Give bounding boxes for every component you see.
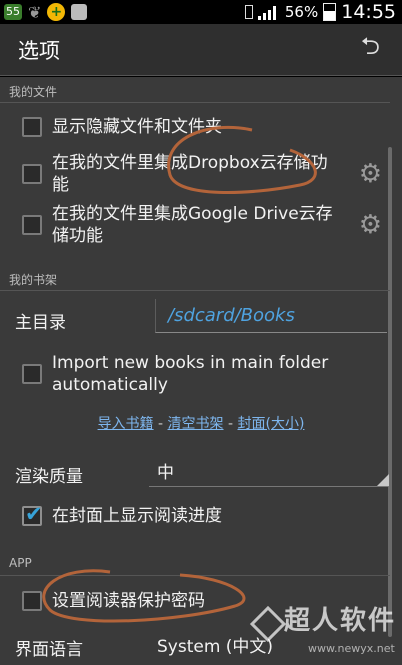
return-arrow-icon[interactable]: ⮌ <box>361 29 380 70</box>
show-hidden-files-checkbox[interactable] <box>22 117 42 137</box>
app-55-icon: 55 <box>4 4 22 20</box>
signal-icon <box>257 6 276 20</box>
leaf-icon: ❦ <box>28 2 42 22</box>
android-icon <box>71 4 88 20</box>
title-bar: 选项 ⮌ <box>0 24 402 76</box>
watermark-logo-icon <box>249 605 287 643</box>
link-separator: - <box>158 416 164 432</box>
watermark-title: 超人软件 <box>284 606 397 636</box>
settings-list[interactable]: 我的文件 显示隐藏文件和文件夹 在我的文件里集成Dropbox云存储功能 ⚙ 在… <box>0 77 402 665</box>
show-progress-label: 在封面上显示阅读进度 <box>52 506 222 526</box>
auto-import-checkbox[interactable] <box>22 364 42 384</box>
render-quality-select[interactable]: 中 <box>149 453 389 487</box>
watermark: 超人软件 www.newyx.net <box>248 598 402 665</box>
dropdown-arrow-icon <box>377 474 389 486</box>
show-progress-checkbox[interactable] <box>22 502 43 526</box>
section-header-my-files: 我的文件 <box>0 77 390 103</box>
section-header-app: APP <box>0 550 390 576</box>
dropbox-checkbox[interactable] <box>22 164 42 184</box>
home-directory-value: /sdcard/Books <box>168 305 295 326</box>
dropbox-gear-icon[interactable]: ⚙ <box>359 159 382 189</box>
status-bar: 55 ❦ + 56% 14:55 <box>0 0 402 24</box>
show-hidden-files-label: 显示隐藏文件和文件夹 <box>52 117 222 137</box>
import-books-link[interactable]: 导入书籍 <box>98 416 154 432</box>
page-title: 选项 <box>18 38 60 63</box>
shelf-links: 导入书籍 - 清空书架 - 封面(大小) <box>0 413 402 433</box>
auto-import-label: Import new books in main folder automati… <box>52 353 329 395</box>
dropbox-label: 在我的文件里集成Dropbox云存储功能 <box>52 153 328 195</box>
home-directory-field[interactable]: /sdcard/Books <box>155 299 387 333</box>
reader-password-checkbox[interactable] <box>22 591 42 611</box>
google-drive-gear-icon[interactable]: ⚙ <box>359 210 382 240</box>
battery-percent: 56% <box>284 3 319 21</box>
plus-icon: + <box>47 3 66 21</box>
clock: 14:55 <box>341 1 396 23</box>
auto-import-row[interactable]: Import new books in main folder automati… <box>0 350 390 398</box>
phone-icon <box>244 5 253 19</box>
home-directory-label: 主目录 <box>15 313 66 333</box>
google-drive-checkbox[interactable] <box>22 215 42 235</box>
google-drive-integration-row[interactable]: 在我的文件里集成Google Drive云存储功能 ⚙ <box>0 201 390 249</box>
show-hidden-files-row[interactable]: 显示隐藏文件和文件夹 <box>0 114 390 140</box>
clear-shelf-link[interactable]: 清空书架 <box>168 416 224 432</box>
cover-size-link[interactable]: 封面(大小) <box>238 416 305 432</box>
link-separator: - <box>227 416 234 432</box>
section-header-my-shelf: 我的书架 <box>0 265 390 291</box>
show-progress-row[interactable]: 在封面上显示阅读进度 <box>0 502 390 529</box>
battery-icon <box>323 3 337 21</box>
render-quality-label: 渲染质量 <box>15 467 83 487</box>
google-drive-label: 在我的文件里集成Google Drive云存储功能 <box>52 204 333 246</box>
reader-password-label: 设置阅读器保护密码 <box>52 591 205 611</box>
watermark-url: www.newyx.net <box>308 642 395 655</box>
dropbox-integration-row[interactable]: 在我的文件里集成Dropbox云存储功能 ⚙ <box>0 150 390 198</box>
language-label: 界面语言 <box>15 640 83 660</box>
render-quality-value: 中 <box>157 463 174 483</box>
